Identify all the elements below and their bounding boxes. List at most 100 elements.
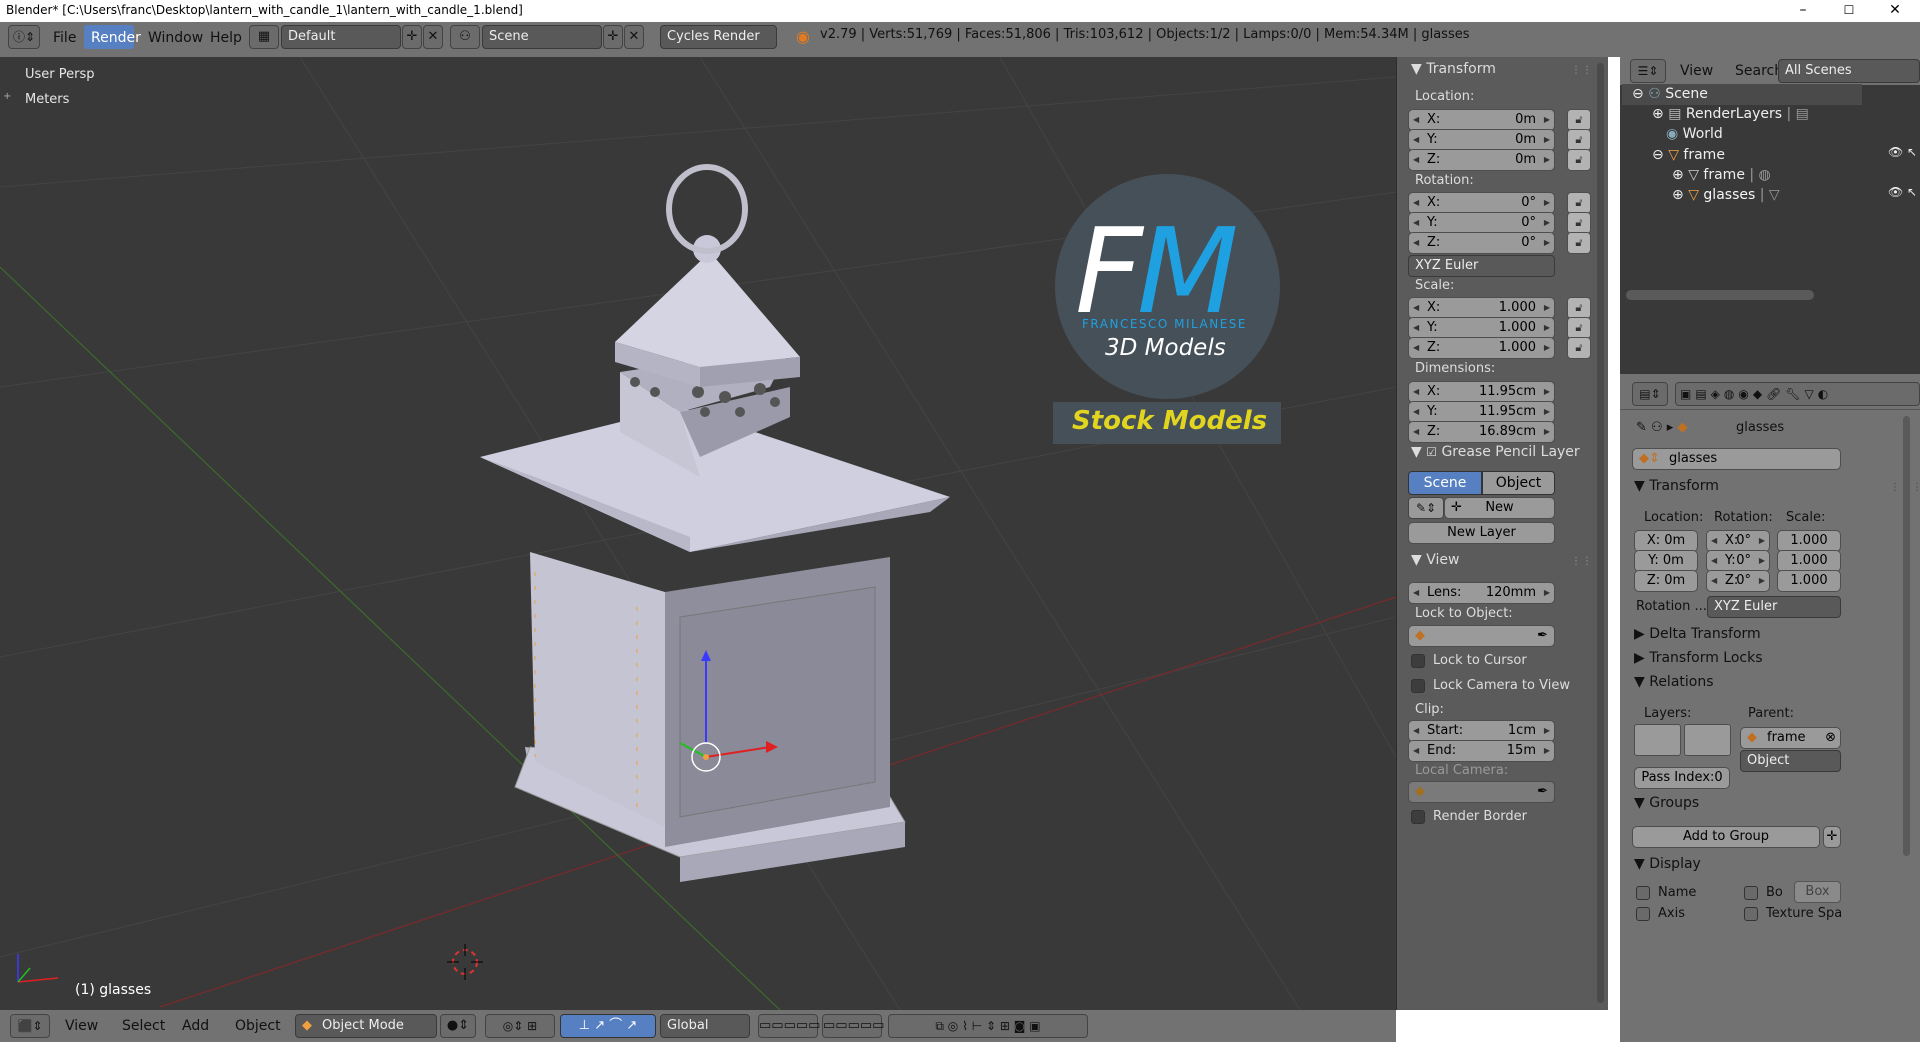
groups-header[interactable]: ▼ Groups: [1634, 795, 1699, 811]
manipulator-icons[interactable]: ⊥ ↗ ⌒ ↗: [560, 1014, 656, 1038]
renderlayers-item[interactable]: ⊕ ▤ RenderLayers | ▤: [1652, 106, 1809, 122]
loc-z-field[interactable]: ◀ Z: 0m ▶: [1408, 149, 1555, 171]
layers-grid-right[interactable]: [1684, 724, 1731, 756]
snap-render-icons[interactable]: ⧉ ◎ ⌇ ⊢ ⇕ ⊞ ◙ ▣: [888, 1014, 1088, 1038]
props-context-tabs[interactable]: ▣▤◈◍◉◆🔗︎🔧︎▽◐: [1675, 382, 1920, 406]
props-rot-z[interactable]: ◀ Z: 0° ▶: [1706, 570, 1770, 592]
vmenu-view[interactable]: View: [65, 1018, 98, 1034]
vmenu-add[interactable]: Add: [182, 1018, 209, 1034]
display-bounds-checkbox[interactable]: [1744, 886, 1758, 900]
layers-grid-b[interactable]: ▭▭▭▭▭: [822, 1014, 884, 1038]
props-scale-x[interactable]: 1.000: [1777, 530, 1841, 552]
lock-cursor-checkbox[interactable]: [1411, 654, 1425, 668]
loc-x-field[interactable]: ◀ X: 0m ▶: [1408, 109, 1555, 131]
outliner-search-menu[interactable]: Search: [1735, 63, 1783, 79]
bounds-type-select[interactable]: Box: [1794, 881, 1841, 903]
pivot-icon[interactable]: ◎⇕ ⊞: [485, 1014, 555, 1038]
grease-pencil-header[interactable]: ▼ ☑ Grease Pencil Layer: [1411, 444, 1580, 460]
pencil-icon[interactable]: ✎⇕: [1408, 497, 1444, 519]
gp-new-button[interactable]: ✛ New: [1444, 497, 1555, 519]
select-arrow-icon[interactable]: ↖: [1907, 145, 1917, 159]
visibility-eye-icon[interactable]: 👁︎: [1888, 145, 1903, 159]
shading-icon[interactable]: ●⇕: [440, 1014, 476, 1038]
transform-locks-header[interactable]: ▶ Transform Locks: [1634, 650, 1763, 666]
glasses-item[interactable]: ⊕ ▽ glasses | ▽: [1672, 187, 1780, 203]
loc-y-field[interactable]: ◀ Y: 0m ▶: [1408, 129, 1555, 151]
lock-icon[interactable]: 🔓︎: [1567, 129, 1591, 151]
props-transform-header[interactable]: ▼ Transform: [1634, 478, 1719, 494]
frame-mesh-item[interactable]: ⊕ ▽ frame | ◍: [1672, 167, 1771, 183]
outliner-h-scrollbar[interactable]: [1626, 290, 1814, 300]
lock-icon[interactable]: 🔓︎: [1567, 149, 1591, 171]
rotation-mode-select[interactable]: XYZ Euler: [1408, 255, 1555, 277]
menu-window[interactable]: Window: [148, 30, 203, 46]
view-section-header[interactable]: ▼ View: [1411, 552, 1459, 568]
local-camera-field[interactable]: ◆ ✒: [1408, 781, 1555, 803]
render-engine-select[interactable]: Cycles Render: [660, 25, 777, 49]
delta-transform-header[interactable]: ▶ Delta Transform: [1634, 626, 1761, 642]
remove-scene-icon[interactable]: ✕: [624, 25, 644, 49]
vmenu-select[interactable]: Select: [122, 1018, 165, 1034]
dim-x-field[interactable]: ◀ X: 11.95cm ▶: [1408, 381, 1555, 403]
scale-x-field[interactable]: ◀ X: 1.000 ▶: [1408, 297, 1555, 319]
menu-help[interactable]: Help: [210, 30, 242, 46]
add-layout-icon[interactable]: ✛: [402, 25, 422, 49]
relations-header[interactable]: ▼ Relations: [1634, 674, 1714, 690]
orientation-select[interactable]: Global: [660, 1014, 750, 1038]
select-arrow-icon[interactable]: ↖: [1907, 185, 1917, 199]
vmenu-object[interactable]: Object: [235, 1018, 281, 1034]
parent-field[interactable]: ◆ frame ⊗: [1740, 727, 1841, 749]
rot-x-field[interactable]: ◀ X: 0° ▶: [1408, 192, 1555, 214]
scene-item[interactable]: ⊖ ⚇ Scene: [1632, 86, 1708, 102]
dim-y-field[interactable]: ◀ Y: 11.95cm ▶: [1408, 401, 1555, 423]
render-border-checkbox[interactable]: [1411, 810, 1425, 824]
gp-scene-tab[interactable]: Scene: [1408, 471, 1482, 495]
scale-y-field[interactable]: ◀ Y: 1.000 ▶: [1408, 317, 1555, 339]
3d-viewport[interactable]: User Persp Meters + (1) glasses FM FRANC…: [0, 57, 1396, 1010]
layout-field[interactable]: Default: [281, 25, 401, 49]
lock-icon[interactable]: 🔓︎: [1567, 109, 1591, 131]
world-item[interactable]: ◉ World: [1666, 126, 1723, 142]
lock-icon[interactable]: 🔓︎: [1567, 192, 1591, 214]
layout-icon[interactable]: ▦: [249, 25, 279, 49]
remove-layout-icon[interactable]: ✕: [423, 25, 443, 49]
lock-icon[interactable]: 🔓︎: [1567, 297, 1591, 319]
parent-type-select[interactable]: Object: [1740, 750, 1841, 772]
rot-y-field[interactable]: ◀ Y: 0° ▶: [1408, 212, 1555, 234]
visibility-eye-icon[interactable]: 👁︎: [1888, 185, 1903, 199]
lock-icon[interactable]: 🔓︎: [1567, 317, 1591, 339]
object-name-field[interactable]: ◆⇕ glasses: [1632, 448, 1841, 470]
lock-icon[interactable]: 🔓︎: [1567, 337, 1591, 359]
lock-icon[interactable]: 🔓︎: [1567, 212, 1591, 234]
add-to-group-button[interactable]: Add to Group: [1632, 826, 1820, 848]
minimize-button[interactable]: –: [1780, 0, 1826, 22]
menu-render[interactable]: Render: [91, 30, 141, 46]
display-header[interactable]: ▼ Display: [1634, 856, 1701, 872]
n-panel-scrollbar[interactable]: [1597, 63, 1604, 1003]
props-rot-y[interactable]: ◀ Y: 0° ▶: [1706, 550, 1770, 572]
props-rot-x[interactable]: ◀ X: 0° ▶: [1706, 530, 1770, 552]
lock-object-field[interactable]: ◆ ✒: [1408, 625, 1555, 647]
frame-parent-item[interactable]: ⊖ ▽ frame: [1652, 147, 1725, 163]
clip-end-field[interactable]: ◀ End: 15m ▶: [1408, 740, 1555, 762]
dim-z-field[interactable]: ◀ Z: 16.89cm ▶: [1408, 421, 1555, 443]
props-loc-x[interactable]: X: 0m: [1634, 530, 1698, 552]
add-scene-icon[interactable]: ✛: [603, 25, 623, 49]
add-group-plus-icon[interactable]: ✛: [1823, 826, 1841, 848]
layers-grid-left[interactable]: [1634, 724, 1681, 756]
lock-camera-checkbox[interactable]: [1411, 679, 1425, 693]
scale-z-field[interactable]: ◀ Z: 1.000 ▶: [1408, 337, 1555, 359]
rot-z-field[interactable]: ◀ Z: 0° ▶: [1408, 232, 1555, 254]
menu-file[interactable]: File: [53, 30, 76, 46]
clip-start-field[interactable]: ◀ Start: 1cm ▶: [1408, 720, 1555, 742]
editor-type-icon[interactable]: ⬛⇕: [10, 1014, 50, 1038]
props-loc-y[interactable]: Y: 0m: [1634, 550, 1698, 572]
display-axis-checkbox[interactable]: [1636, 907, 1650, 921]
pin-icon[interactable]: ✎ ⚇ ▸ ◆: [1636, 420, 1687, 435]
mode-select[interactable]: Object Mode: [295, 1014, 437, 1038]
maximize-button[interactable]: ☐: [1826, 0, 1872, 22]
gp-object-tab[interactable]: Object: [1482, 471, 1555, 495]
props-editor-icon[interactable]: ▤⇕: [1632, 382, 1668, 406]
display-name-checkbox[interactable]: [1636, 886, 1650, 900]
n-transform-header[interactable]: ▼ Transform: [1411, 61, 1496, 77]
